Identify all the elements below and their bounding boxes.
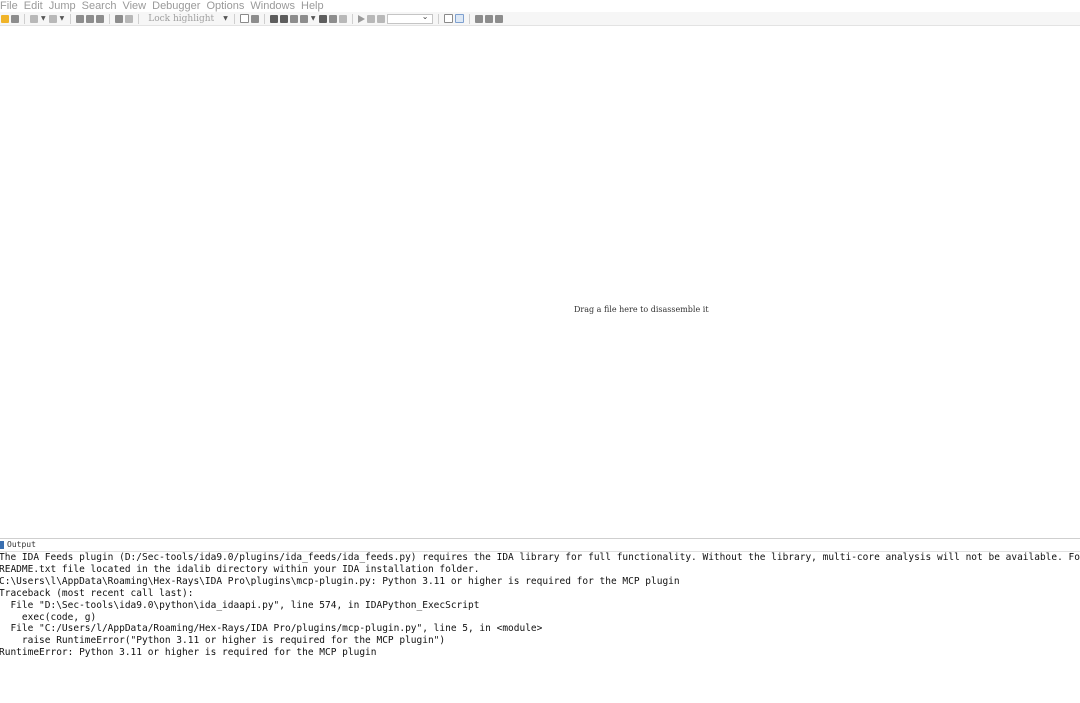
jump-icon[interactable]: [125, 14, 134, 23]
stop-icon[interactable]: [376, 14, 385, 23]
structures-icon[interactable]: [318, 14, 327, 23]
graph-icon[interactable]: [250, 14, 259, 23]
menu-file[interactable]: File: [0, 0, 24, 12]
output-line: RuntimeError: Python 3.11 or higher is r…: [0, 647, 377, 659]
menu-help[interactable]: Help: [300, 0, 330, 12]
menu-edit[interactable]: Edit: [23, 0, 49, 12]
paste-icon[interactable]: [96, 14, 105, 23]
lock-highlight-label[interactable]: Lock highlight: [144, 14, 220, 24]
names-icon[interactable]: [289, 14, 298, 23]
toolbar-separator: [138, 13, 140, 24]
toolbar-separator: [109, 13, 111, 24]
chevron-down-icon[interactable]: ▼: [60, 15, 65, 23]
drop-hint-text: Drag a file here to disassemble it: [574, 305, 709, 314]
output-line: The IDA Feeds plugin (D:/Sec-tools/ida9.…: [0, 552, 1080, 563]
output-line: File "D:\Sec-tools\ida9.0\python\ida_ida…: [0, 599, 480, 611]
step-trace-icon[interactable]: [454, 14, 464, 23]
open-icon[interactable]: [1, 14, 9, 23]
menu-search[interactable]: Search: [81, 0, 123, 12]
disassembly-workspace[interactable]: Drag a file here to disassemble it: [0, 27, 1080, 538]
copy-icon[interactable]: [86, 14, 95, 23]
menu-bar: File Edit Jump Search View Debugger Opti…: [0, 0, 1080, 12]
menu-debugger[interactable]: Debugger: [151, 0, 206, 12]
output-line: Traceback (most recent call last):: [0, 587, 194, 599]
text-view-icon[interactable]: [239, 14, 249, 23]
debugger-select[interactable]: ⌄: [386, 11, 433, 24]
menu-jump[interactable]: Jump: [48, 0, 82, 12]
back-icon[interactable]: [30, 14, 38, 23]
save-icon[interactable]: [11, 14, 19, 23]
toolbar-separator: [468, 13, 470, 24]
toolbar-separator: [233, 13, 235, 24]
cut-icon[interactable]: [76, 14, 85, 23]
enums-icon[interactable]: [328, 14, 337, 23]
toolbar-separator: [70, 13, 72, 24]
toolbar-separator: [351, 13, 353, 24]
pause-icon[interactable]: [366, 14, 375, 23]
output-pane[interactable]: The IDA Feeds plugin (D:/Sec-tools/ida9.…: [0, 551, 1080, 703]
lock-highlight-dropdown-icon[interactable]: ▼: [223, 15, 228, 23]
output-line: README.txt file located in the idalib di…: [0, 563, 480, 575]
indent-icon[interactable]: [484, 14, 493, 23]
chevron-down-icon[interactable]: ▼: [41, 15, 46, 23]
hex-icon[interactable]: [338, 14, 347, 23]
output-line: exec(code, g): [0, 611, 97, 623]
menu-options[interactable]: Options: [205, 0, 250, 12]
output-line: raise RuntimeError("Python 3.11 or highe…: [0, 635, 446, 647]
segments-icon[interactable]: [269, 14, 278, 23]
output-header: Output: [0, 538, 1080, 550]
functions-icon[interactable]: [279, 14, 288, 23]
menu-windows[interactable]: Windows: [249, 0, 301, 12]
toolbar-separator: [263, 13, 265, 24]
chevron-down-icon: ⌄: [421, 11, 429, 21]
main-toolbar: ▼ ▼ Lock highlight ▼ ▼ ⌄: [0, 12, 1080, 26]
find-icon[interactable]: [115, 14, 124, 23]
play-icon[interactable]: [357, 14, 365, 23]
forward-icon[interactable]: [48, 14, 57, 23]
strings-icon[interactable]: [299, 14, 308, 23]
output-title: Output: [7, 540, 36, 549]
list-icon[interactable]: [474, 14, 483, 23]
output-line: File "C:/Users/l/AppData/Roaming/Hex-Ray…: [0, 623, 543, 635]
output-line: C:\Users\l\AppData\Roaming\Hex-Rays\IDA …: [0, 575, 680, 587]
trace-icon[interactable]: [443, 14, 453, 23]
toolbar-separator: [437, 13, 439, 24]
toolbar-separator: [24, 13, 25, 24]
output-window-icon: [0, 540, 4, 549]
outdent-icon[interactable]: [494, 14, 503, 23]
menu-view[interactable]: View: [121, 0, 152, 12]
chevron-down-icon[interactable]: ▼: [311, 15, 316, 23]
